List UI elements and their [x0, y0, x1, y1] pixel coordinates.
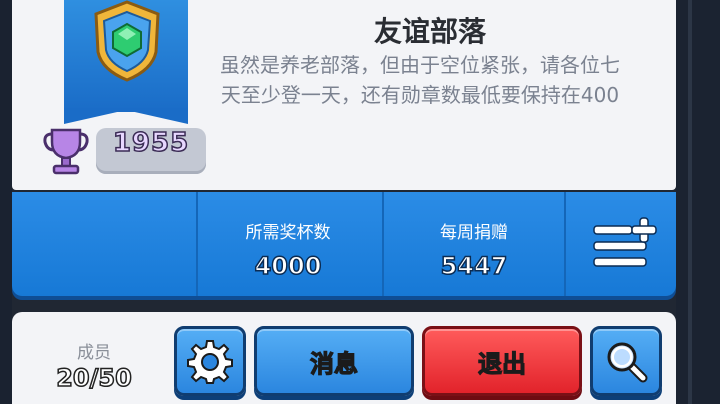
banner-tail [64, 108, 188, 124]
clan-description: 虽然是养老部落，但由于空位紧张，请各位七天至少登一天，还有勋章数最低要保持在40… [220, 53, 620, 107]
left-frame [0, 0, 12, 404]
clan-trophy-count: 1955 [112, 127, 190, 159]
weekly-donations-value: 5447 [440, 251, 508, 281]
leave-button[interactable]: 退出 [422, 326, 582, 396]
leave-button-label: 退出 [477, 349, 526, 378]
stats-divider [564, 192, 566, 296]
magnifier-icon [607, 342, 648, 383]
right-frame [676, 0, 720, 404]
weekly-donations-label: 每周捐赠 [440, 223, 508, 243]
stats-divider [382, 192, 384, 296]
search-button[interactable] [590, 326, 662, 396]
required-trophies-value: 4000 [254, 251, 322, 281]
clan-name: 友谊部落 [373, 15, 486, 48]
messages-button[interactable]: 消息 [254, 326, 414, 396]
clan-badge-icon [94, 0, 160, 82]
gear-icon [187, 340, 233, 384]
members-count: 20/50 [55, 363, 132, 393]
settings-button[interactable] [174, 326, 246, 396]
required-trophies-label: 所需奖杯数 [245, 223, 331, 243]
trophy-icon [43, 128, 89, 175]
clan-stats-panel [12, 192, 676, 296]
stats-divider [196, 192, 198, 296]
list-add-icon[interactable] [590, 214, 660, 270]
messages-button-label: 消息 [309, 349, 358, 378]
members-label: 成员 [77, 343, 111, 363]
